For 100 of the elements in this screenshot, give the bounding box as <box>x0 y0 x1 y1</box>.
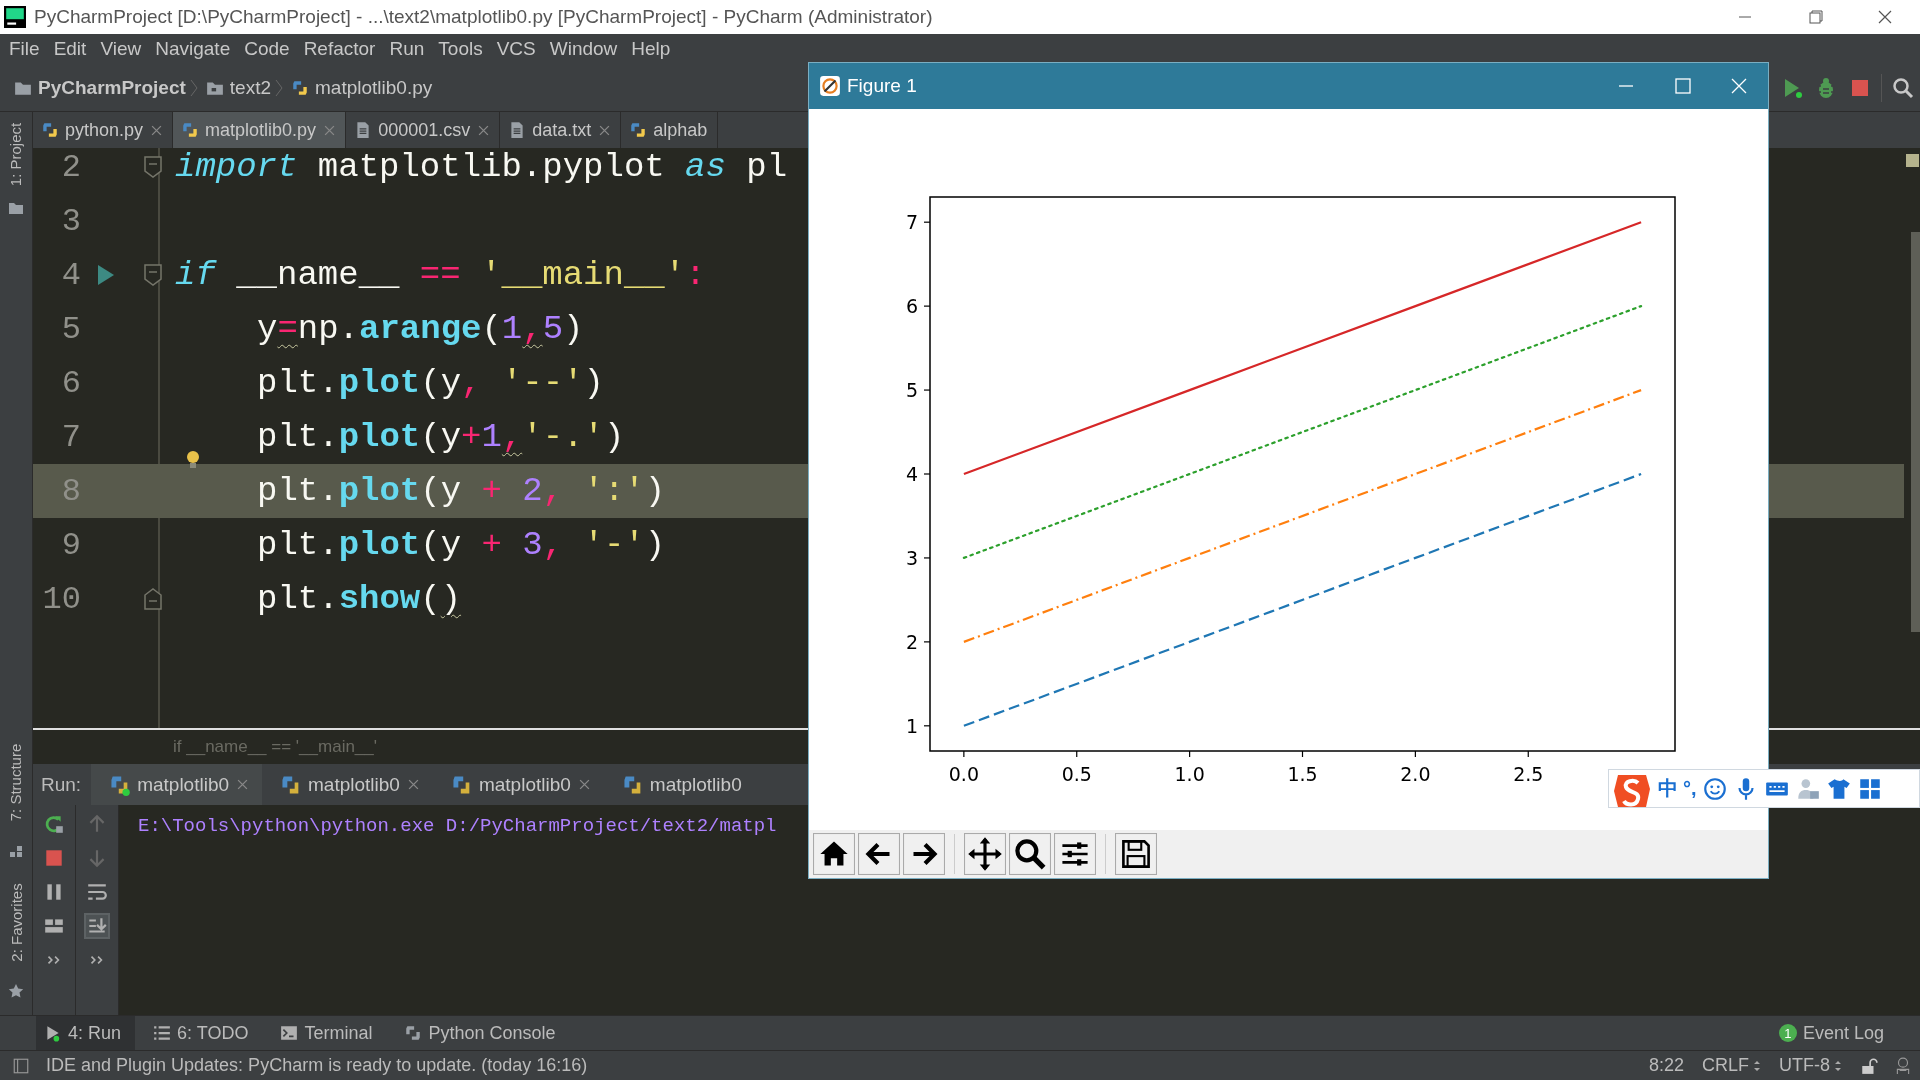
run-icon[interactable] <box>96 262 116 288</box>
breadcrumb-item[interactable]: PyCharmProject <box>38 76 186 99</box>
run-label: Run: <box>40 773 83 796</box>
close-icon[interactable] <box>599 124 611 136</box>
close-icon[interactable] <box>324 124 336 136</box>
tool-window-tab[interactable]: Terminal <box>272 1016 387 1050</box>
tick-mark <box>963 750 965 758</box>
panel-toggle-icon[interactable] <box>12 1056 30 1075</box>
search-icon[interactable] <box>1891 75 1915 100</box>
menu-item[interactable]: Navigate <box>150 38 240 60</box>
line-number: 10 <box>41 580 81 618</box>
scroll-to-end-icon[interactable] <box>86 915 108 937</box>
window-title: PyCharmProject [D:\PyCharmProject] - ...\text2\matplotlib0.py [PyCharmProject] - PyCharm (Administrator) <box>34 6 933 28</box>
folder-icon <box>8 200 24 216</box>
menu-item[interactable]: Refactor <box>298 38 385 60</box>
tick-mark <box>923 473 931 475</box>
tool-window-tab[interactable]: 2: Favorites <box>4 867 28 977</box>
breadcrumb-item[interactable]: text2 <box>229 76 272 99</box>
app-icon <box>4 6 26 28</box>
list-icon <box>153 1024 172 1042</box>
save-button[interactable] <box>1115 833 1157 875</box>
tick-label: 7 <box>905 211 918 234</box>
up-down-icon <box>1834 1058 1842 1073</box>
python-icon <box>404 1024 423 1042</box>
close-icon[interactable] <box>151 124 163 136</box>
run-tab[interactable]: matplotlib0 <box>603 764 756 805</box>
close-icon[interactable] <box>578 779 590 790</box>
scrollbar[interactable] <box>1911 232 1920 632</box>
run-tab[interactable]: matplotlib0 <box>91 764 263 805</box>
breadcrumb-item[interactable]: matplotlib0.py <box>315 76 433 99</box>
tick-label: 0.0 <box>948 763 979 785</box>
line-number: 5 <box>60 310 81 348</box>
rerun-icon[interactable] <box>43 813 65 835</box>
soft-wrap-icon[interactable] <box>86 881 108 903</box>
python-file-icon <box>629 121 648 139</box>
menu-item[interactable]: Run <box>384 38 434 60</box>
line-number: 4 <box>60 256 81 294</box>
line-separator-selector[interactable]: CRLF <box>1702 1055 1761 1076</box>
menu-item[interactable]: Tools <box>433 38 492 60</box>
tool-window-tab[interactable]: 1: Project <box>4 114 28 194</box>
run-tab[interactable]: matplotlib0 <box>262 764 433 805</box>
fold-icon[interactable] <box>143 587 163 611</box>
close-icon[interactable] <box>407 779 419 790</box>
tick-label: 1.5 <box>1287 763 1318 785</box>
console-output: E:\Tools\python\python.exe D:/PyCharmProject/text2/matpl <box>138 815 777 837</box>
python-file-icon <box>41 121 59 139</box>
menu-item[interactable]: Edit <box>48 38 96 60</box>
smiley-icon[interactable] <box>1701 775 1728 802</box>
ime-option[interactable]: °, <box>1683 777 1697 800</box>
line-number: 7 <box>60 418 81 456</box>
terminal-icon <box>280 1024 299 1042</box>
ime-option[interactable]: 中 <box>1658 775 1678 802</box>
menu-item[interactable]: Window <box>544 38 627 60</box>
stop-icon[interactable] <box>43 847 65 869</box>
close-icon[interactable] <box>478 124 490 136</box>
tool-window-tab[interactable]: Python Console <box>396 1016 570 1050</box>
tick-mark <box>923 725 931 727</box>
python-file-icon <box>291 78 310 97</box>
lock-icon[interactable] <box>1860 1056 1878 1075</box>
menu-item[interactable]: Code <box>239 38 299 60</box>
event-log-tab[interactable]: Event Log <box>1802 1022 1884 1044</box>
structure-icon <box>8 843 24 859</box>
tick-label: 5 <box>905 379 918 402</box>
menu-item[interactable]: VCS <box>491 38 545 60</box>
close-icon[interactable] <box>237 779 249 790</box>
caret-position[interactable]: 8:22 <box>1648 1055 1684 1076</box>
run-icon <box>44 1024 62 1042</box>
fold-icon[interactable] <box>143 263 163 287</box>
menu-item[interactable]: File <box>4 38 49 60</box>
line-number: 2 <box>60 148 81 186</box>
forward-button[interactable] <box>903 833 945 875</box>
back-button[interactable] <box>858 833 900 875</box>
code-line: y=np.arange(1,5) <box>257 310 584 348</box>
code-line: plt.plot(y+1,'-.') <box>257 418 625 456</box>
encoding-selector[interactable]: UTF-8 <box>1779 1055 1842 1076</box>
tick-label: 2.0 <box>1400 763 1431 785</box>
tick-mark <box>1301 750 1304 758</box>
tool-window-tab[interactable]: 7: Structure <box>4 727 28 837</box>
menu-item[interactable]: View <box>95 38 151 60</box>
code-line: plt.plot(y + 3, '-') <box>257 526 666 564</box>
status-message[interactable]: IDE and Plugin Updates: PyCharm is ready to update. (today 16:16) <box>46 1055 588 1076</box>
menu-item[interactable]: Help <box>626 38 680 60</box>
tick-mark <box>1527 750 1529 758</box>
tick-label: 0.5 <box>1061 763 1092 785</box>
tick-label: 4 <box>905 463 918 485</box>
code-line: plt.plot(y + 2, ':') <box>257 472 666 510</box>
fold-icon[interactable] <box>143 155 163 179</box>
python-file-icon <box>181 121 200 139</box>
tick-label: 1.0 <box>1174 763 1205 785</box>
run-tab[interactable]: matplotlib0 <box>432 764 604 805</box>
editor-tab[interactable]: matplotlib0.py <box>173 112 347 148</box>
code-line: plt.show() <box>257 580 462 618</box>
tool-window-tab[interactable]: 6: TODO <box>145 1016 263 1050</box>
tick-mark <box>1189 750 1191 758</box>
pan-button[interactable] <box>964 833 1006 875</box>
home-button[interactable] <box>813 833 855 875</box>
tick-label: 2 <box>905 630 918 653</box>
configure-button[interactable] <box>1054 833 1096 875</box>
tool-window-tab[interactable]: 4: Run <box>36 1016 136 1050</box>
zoom-button[interactable] <box>1009 833 1051 875</box>
